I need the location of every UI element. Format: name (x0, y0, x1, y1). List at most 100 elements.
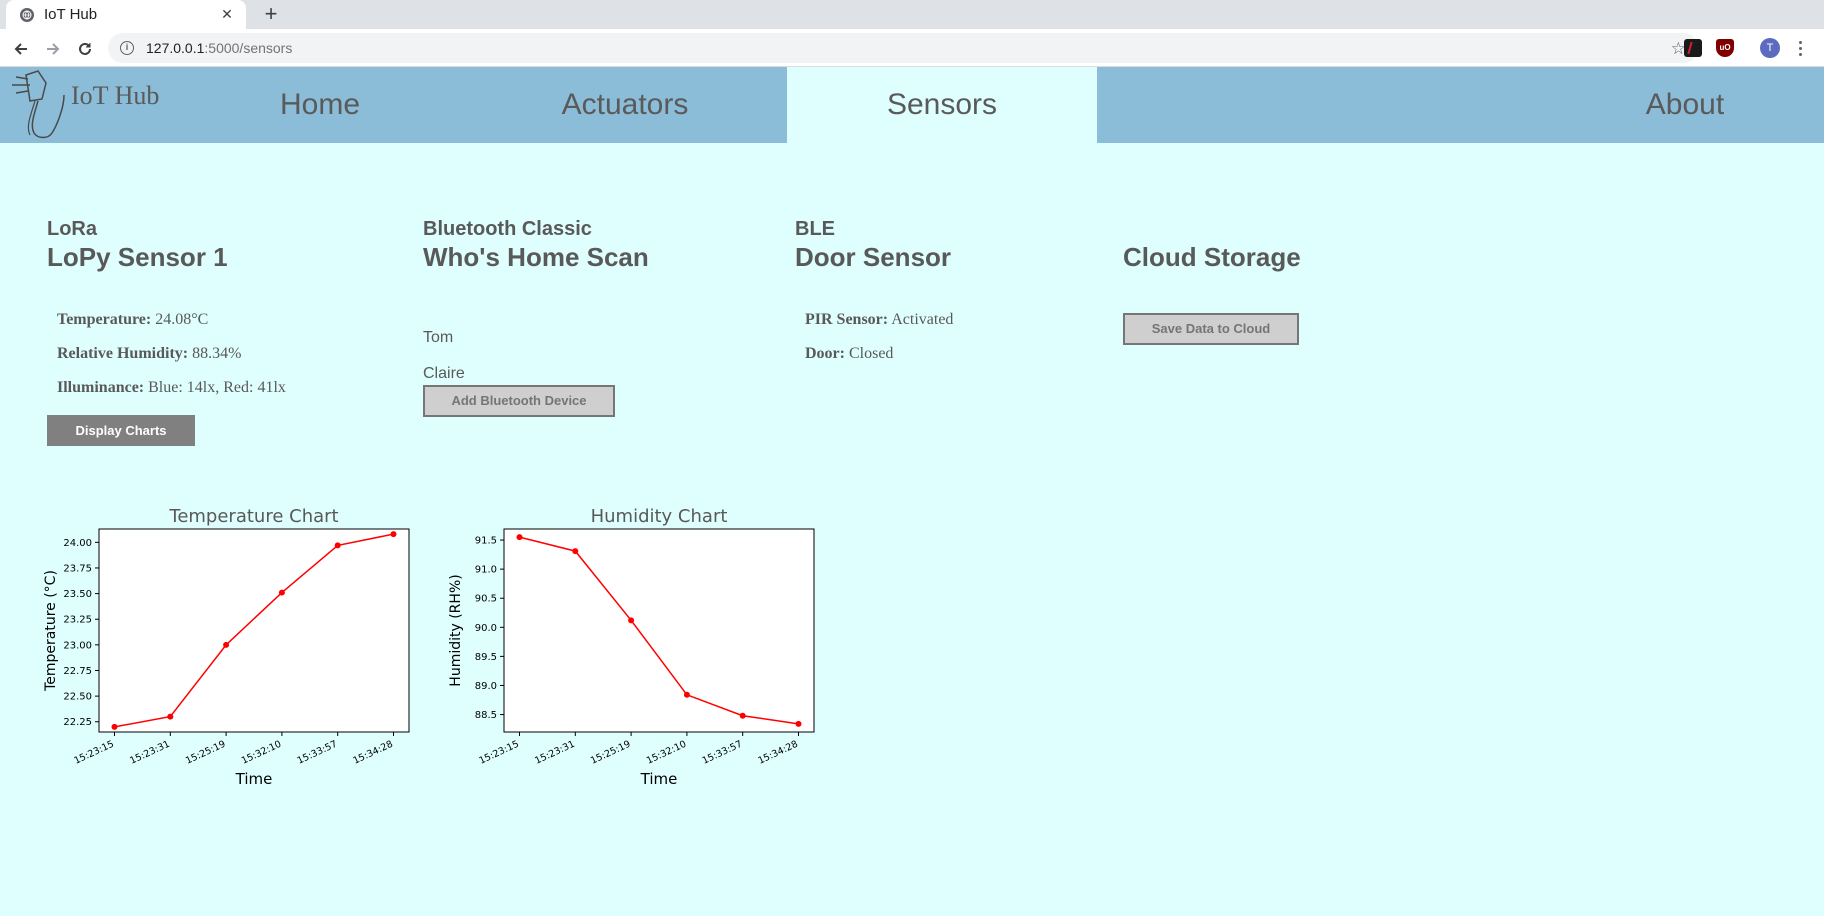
url-path: :5000/sensors (204, 40, 293, 56)
temperature-xtick-label: 15:33:57 (296, 739, 339, 767)
cloud-section: Cloud Storage (1123, 242, 1301, 272)
save-data-to-cloud-button[interactable]: Save Data to Cloud (1123, 313, 1299, 345)
illuminance-reading: Illuminance: Blue: 14lx, Red: 41lx (57, 379, 286, 397)
temperature-ytick-label: 23.00 (63, 640, 92, 651)
temperature-ytick-label: 22.50 (63, 692, 92, 703)
humidity-value: 88.34% (192, 345, 242, 362)
site-logo[interactable]: IoT Hub (8, 69, 178, 141)
bluetooth-section: Bluetooth Classic Who's Home Scan (423, 218, 649, 272)
humidity-data-point (572, 548, 579, 555)
nav-sensors[interactable]: Sensors (787, 67, 1097, 143)
humidity-xlabel: Time (640, 770, 678, 788)
close-tab-icon[interactable]: ✕ (218, 6, 236, 23)
browser-tab-strip: IoT Hub ✕ + (0, 0, 1824, 29)
humidity-ylabel: Humidity (RH%) (448, 574, 464, 686)
temperature-xlabel: Time (235, 770, 273, 788)
nav-about[interactable]: About (1560, 67, 1810, 143)
temperature-ytick-label: 23.75 (63, 563, 92, 574)
temperature-value: 24.08°C (155, 311, 209, 328)
temperature-title: Temperature Chart (168, 506, 338, 527)
temperature-data-point (390, 531, 397, 538)
humidity-data-point (628, 617, 635, 624)
humidity-xtick-label: 15:33:57 (701, 739, 744, 767)
ublock-shield-icon[interactable]: uO (1716, 39, 1734, 57)
browser-tab[interactable]: IoT Hub ✕ (6, 0, 246, 29)
pir-reading: PIR Sensor: Activated (805, 311, 953, 329)
plug-icon (12, 70, 65, 139)
profile-avatar[interactable]: T (1760, 38, 1780, 58)
humidity-data-point (683, 691, 690, 698)
temperature-xtick-label: 15:23:31 (128, 739, 171, 767)
temperature-ytick-label: 22.75 (63, 666, 92, 677)
bluetooth-scan-title: Who's Home Scan (423, 242, 649, 272)
lora-protocol-label: LoRa (47, 218, 97, 240)
humidity-ytick-label: 89.0 (475, 681, 497, 692)
humidity-reading: Relative Humidity: 88.34% (57, 345, 241, 363)
humidity-data-point (795, 720, 802, 727)
humidity-title: Humidity Chart (591, 506, 728, 527)
temperature-label: Temperature: (57, 311, 152, 328)
humidity-ytick-label: 91.5 (475, 536, 497, 547)
humidity-xtick-label: 15:34:28 (756, 739, 799, 767)
humidity-ytick-label: 89.5 (475, 652, 497, 663)
temperature-ylabel: Temperature (°C) (43, 570, 59, 692)
ble-section: BLE Door Sensor (795, 218, 951, 272)
back-arrow-icon[interactable] (10, 38, 32, 60)
temperature-reading: Temperature: 24.08°C (57, 311, 208, 329)
temperature-ytick-label: 23.50 (63, 589, 92, 600)
temperature-data-point (278, 589, 285, 596)
tab-title: IoT Hub (44, 6, 98, 23)
illuminance-value: Blue: 14lx, Red: 41lx (148, 379, 286, 396)
humidity-chart-svg: Humidity Chart 88.5 89.0 89.5 90.0 90.5 91.0 91… (448, 506, 815, 788)
humidity-ytick-label: 90.0 (475, 623, 497, 634)
add-bluetooth-device-button[interactable]: Add Bluetooth Device (423, 385, 615, 417)
humidity-plot-area (503, 528, 815, 733)
browser-toolbar: i 127.0.0.1:5000/sensors ☆ uO T (0, 29, 1824, 67)
person-item: Tom (423, 329, 454, 346)
humidity-label: Relative Humidity: (57, 345, 189, 362)
humidity-ytick-label: 90.5 (475, 594, 497, 605)
globe-icon (20, 7, 34, 22)
humidity-ytick-label: 88.5 (475, 710, 497, 721)
pir-label: PIR Sensor: (805, 311, 889, 328)
nav-home[interactable]: Home (200, 67, 440, 143)
humidity-xtick-label: 15:23:15 (477, 739, 520, 767)
temperature-ytick-label: 24.00 (63, 538, 92, 549)
nav-actuators[interactable]: Actuators (480, 67, 770, 143)
ble-protocol-label: BLE (795, 218, 835, 240)
temperature-xtick-label: 15:25:19 (184, 739, 227, 767)
reload-icon[interactable] (74, 38, 96, 60)
bluetooth-protocol-label: Bluetooth Classic (423, 218, 592, 240)
humidity-xtick-label: 15:23:31 (533, 739, 576, 767)
temperature-data-point (334, 542, 341, 549)
humidity-xtick-label: 15:32:10 (645, 739, 688, 767)
humidity-ytick-label: 91.0 (475, 565, 497, 576)
pir-value: Activated (891, 311, 954, 328)
door-sensor-title: Door Sensor (795, 242, 952, 272)
logo-text: IoT Hub (71, 81, 160, 110)
door-value: Closed (848, 345, 894, 362)
humidity-xtick-label: 15:25:19 (589, 739, 632, 767)
humidity-data-point (739, 712, 746, 719)
temperature-xtick-label: 15:34:28 (351, 739, 394, 767)
temperature-ytick-label: 23.25 (63, 615, 92, 626)
browser-menu-icon[interactable] (1795, 38, 1805, 58)
forward-arrow-icon[interactable] (42, 38, 64, 60)
humidity-chart: Humidity Chart 88.5 89.0 89.5 90.0 90.5 91.0 91… (447, 502, 827, 797)
person-item: Claire (423, 365, 465, 382)
temperature-data-point (223, 641, 230, 648)
temperature-chart-svg: Temperature Chart 22.25 22.50 22.75 23.00 23.… (43, 506, 410, 788)
url-host: 127.0.0.1 (146, 40, 205, 56)
temperature-plot-area (98, 528, 410, 733)
new-tab-button[interactable]: + (258, 0, 284, 29)
door-reading: Door: Closed (805, 345, 893, 363)
temperature-data-point (111, 723, 118, 730)
info-icon[interactable]: i (120, 41, 134, 55)
address-bar[interactable]: i 127.0.0.1:5000/sensors ☆ (108, 33, 1698, 63)
site-navbar: IoT Hub Home Actuators Sensors About (0, 67, 1824, 143)
cloud-storage-title: Cloud Storage (1123, 242, 1301, 272)
extension-icon[interactable] (1684, 39, 1702, 57)
display-charts-button[interactable]: Display Charts (47, 415, 195, 446)
temperature-xtick-label: 15:32:10 (240, 739, 283, 767)
lora-section: LoRa LoPy Sensor 1 (47, 218, 228, 272)
